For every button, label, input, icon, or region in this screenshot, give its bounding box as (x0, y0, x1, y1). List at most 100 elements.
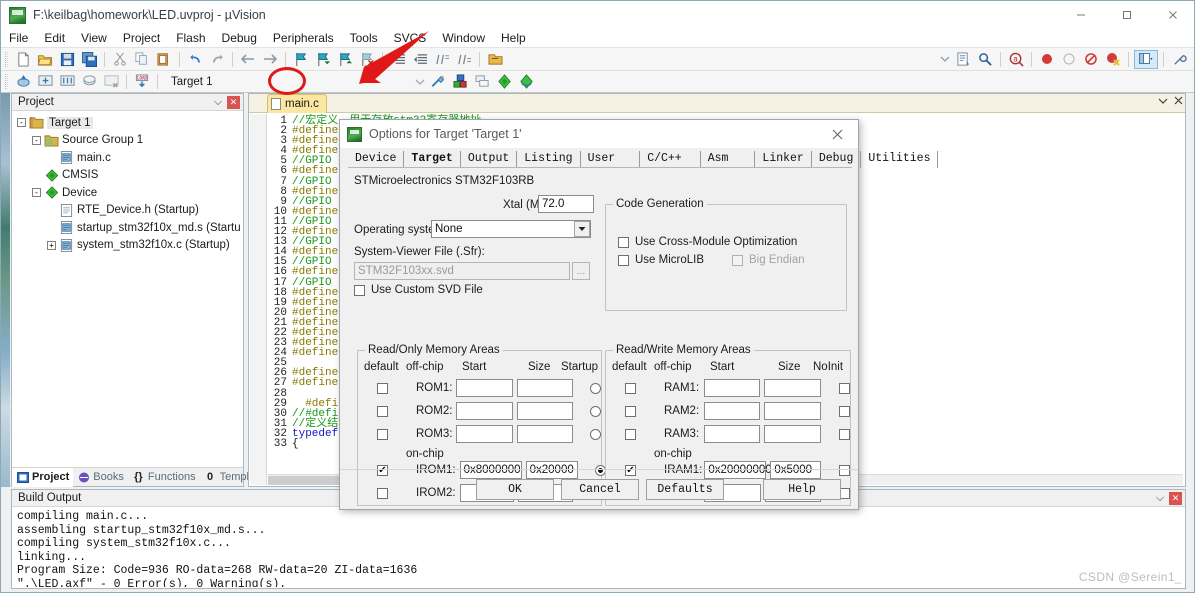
tree-item-main-c[interactable]: main.c (15, 149, 240, 167)
breakpoint-toggle-icon[interactable] (1059, 50, 1079, 69)
bookmark-prev-icon[interactable] (313, 50, 333, 69)
menu-view[interactable]: View (73, 30, 115, 46)
back-arrow-icon[interactable] (238, 50, 258, 69)
toolbar-grip[interactable] (5, 51, 8, 67)
batch-build-icon[interactable] (79, 72, 99, 91)
tab-list-icon[interactable] (1158, 97, 1168, 108)
pack-installer-icon[interactable] (494, 72, 514, 91)
ram3-start-input[interactable] (703, 425, 761, 443)
menu-tools[interactable]: Tools (342, 30, 386, 46)
expander-icon[interactable]: - (32, 135, 41, 145)
rom2-size-input[interactable] (516, 402, 573, 420)
cancel-button[interactable]: Cancel (561, 479, 639, 500)
dialog-close-button[interactable] (816, 120, 858, 148)
use-custom-svd-checkbox[interactable] (354, 284, 365, 296)
svd-path-input[interactable]: STM32F103xx.svd (354, 262, 570, 280)
tree-item-source-group1[interactable]: - Source Group 1 (15, 132, 240, 150)
rom1-size-input[interactable] (516, 379, 573, 397)
open-file-icon[interactable] (35, 50, 55, 69)
microlib-row[interactable]: Use MicroLIB (618, 254, 704, 266)
xtal-input[interactable]: 72.0 (538, 195, 594, 213)
tab-debug[interactable]: Debug (812, 151, 862, 168)
rom2-start-input[interactable] (456, 402, 513, 420)
target-dropdown-icon[interactable] (412, 73, 427, 90)
toolbar-dropdown-icon[interactable] (937, 51, 952, 68)
pin-icon[interactable]: ⌵ (211, 95, 225, 109)
bookmark-list-icon[interactable] (953, 50, 973, 69)
menu-help[interactable]: Help (493, 30, 534, 46)
docked-panels-strip[interactable] (1, 93, 10, 487)
tree-item-startup-s[interactable]: startup_stm32f10x_md.s (Startup) (15, 219, 240, 237)
configuration-wizard-icon[interactable] (485, 50, 505, 69)
save-icon[interactable] (57, 50, 77, 69)
ram2-start-input[interactable] (703, 402, 761, 420)
tab-cpp[interactable]: C/C++ (640, 151, 701, 168)
operating-system-select[interactable]: None (431, 220, 591, 238)
tab-project[interactable]: Project (12, 467, 74, 487)
menu-file[interactable]: File (1, 30, 36, 46)
copy-icon[interactable] (132, 50, 152, 69)
ram2-noinit-checkbox[interactable] (838, 405, 850, 417)
minimize-button[interactable] (1058, 1, 1104, 29)
manage-components-icon[interactable] (450, 72, 470, 91)
paste-icon[interactable] (154, 50, 174, 69)
menu-flash[interactable]: Flash (168, 30, 213, 46)
help-button[interactable]: Help (763, 479, 841, 500)
project-panel-close-icon[interactable]: ✕ (227, 95, 240, 109)
stop-build-icon[interactable] (101, 72, 121, 91)
bookmark-next-icon[interactable] (335, 50, 355, 69)
rom3-default-checkbox[interactable] (377, 428, 388, 440)
menu-debug[interactable]: Debug (214, 30, 265, 46)
build-toolbar-grip[interactable] (5, 74, 8, 89)
redo-icon[interactable] (207, 50, 227, 69)
expander-icon[interactable]: - (32, 188, 41, 198)
tree-item-target1[interactable]: - Target 1 (15, 114, 240, 132)
ram1-noinit-checkbox[interactable] (838, 382, 850, 394)
use-custom-svd-row[interactable]: Use Custom SVD File (354, 284, 483, 296)
ram1-default-checkbox[interactable] (625, 382, 636, 394)
kill-all-breakpoints-icon[interactable] (1103, 50, 1123, 69)
ram2-size-input[interactable] (764, 402, 821, 420)
uncomment-icon[interactable] (454, 50, 474, 69)
outdent-icon[interactable] (410, 50, 430, 69)
tree-item-system-c[interactable]: + system_stm32f10x.c (Startup) (15, 237, 240, 255)
ram3-default-checkbox[interactable] (625, 428, 636, 440)
menu-peripherals[interactable]: Peripherals (265, 30, 342, 46)
svd-browse-button[interactable]: ... (572, 262, 590, 280)
chevron-down-icon[interactable] (574, 221, 590, 237)
multi-project-icon[interactable] (472, 72, 492, 91)
rom2-default-checkbox[interactable] (377, 405, 388, 417)
download-icon[interactable]: LOAD (132, 72, 152, 91)
tab-functions[interactable]: {} Functions (128, 468, 200, 487)
ram1-size-input[interactable] (764, 379, 821, 397)
translate-file-icon[interactable] (13, 72, 33, 91)
editor-tab-main-c[interactable]: main.c (267, 94, 327, 113)
tree-item-device[interactable]: - Device (15, 184, 240, 202)
tab-utilities[interactable]: Utilities (861, 151, 939, 168)
save-all-icon[interactable] (79, 50, 99, 69)
pin-icon[interactable]: ⌵ (1153, 491, 1167, 505)
maximize-button[interactable] (1104, 1, 1150, 29)
tab-device[interactable]: Device (348, 151, 405, 168)
target-selector[interactable]: Target 1 (166, 75, 262, 89)
indent-icon[interactable] (388, 50, 408, 69)
close-button[interactable] (1150, 1, 1194, 29)
tab-linker[interactable]: Linker (755, 151, 812, 168)
tab-listing[interactable]: Listing (517, 151, 581, 168)
tab-user[interactable]: User (581, 151, 641, 168)
tree-item-cmsis[interactable]: CMSIS (15, 167, 240, 185)
comment-icon[interactable] (432, 50, 452, 69)
undo-icon[interactable] (185, 50, 205, 69)
tab-output[interactable]: Output (461, 151, 518, 168)
tab-asm[interactable]: Asm (701, 151, 756, 168)
cross-module-opt-row[interactable]: Use Cross-Module Optimization (618, 236, 797, 248)
expander-icon[interactable]: + (47, 240, 56, 250)
menu-edit[interactable]: Edit (36, 30, 73, 46)
cut-icon[interactable] (110, 50, 130, 69)
rom3-size-input[interactable] (516, 425, 573, 443)
breakpoint-icon[interactable] (1037, 50, 1057, 69)
window-layout-icon[interactable] (1134, 49, 1158, 69)
manage-run-time-env-icon[interactable] (516, 72, 536, 91)
menu-window[interactable]: Window (434, 30, 493, 46)
build-target-icon[interactable] (35, 72, 55, 91)
